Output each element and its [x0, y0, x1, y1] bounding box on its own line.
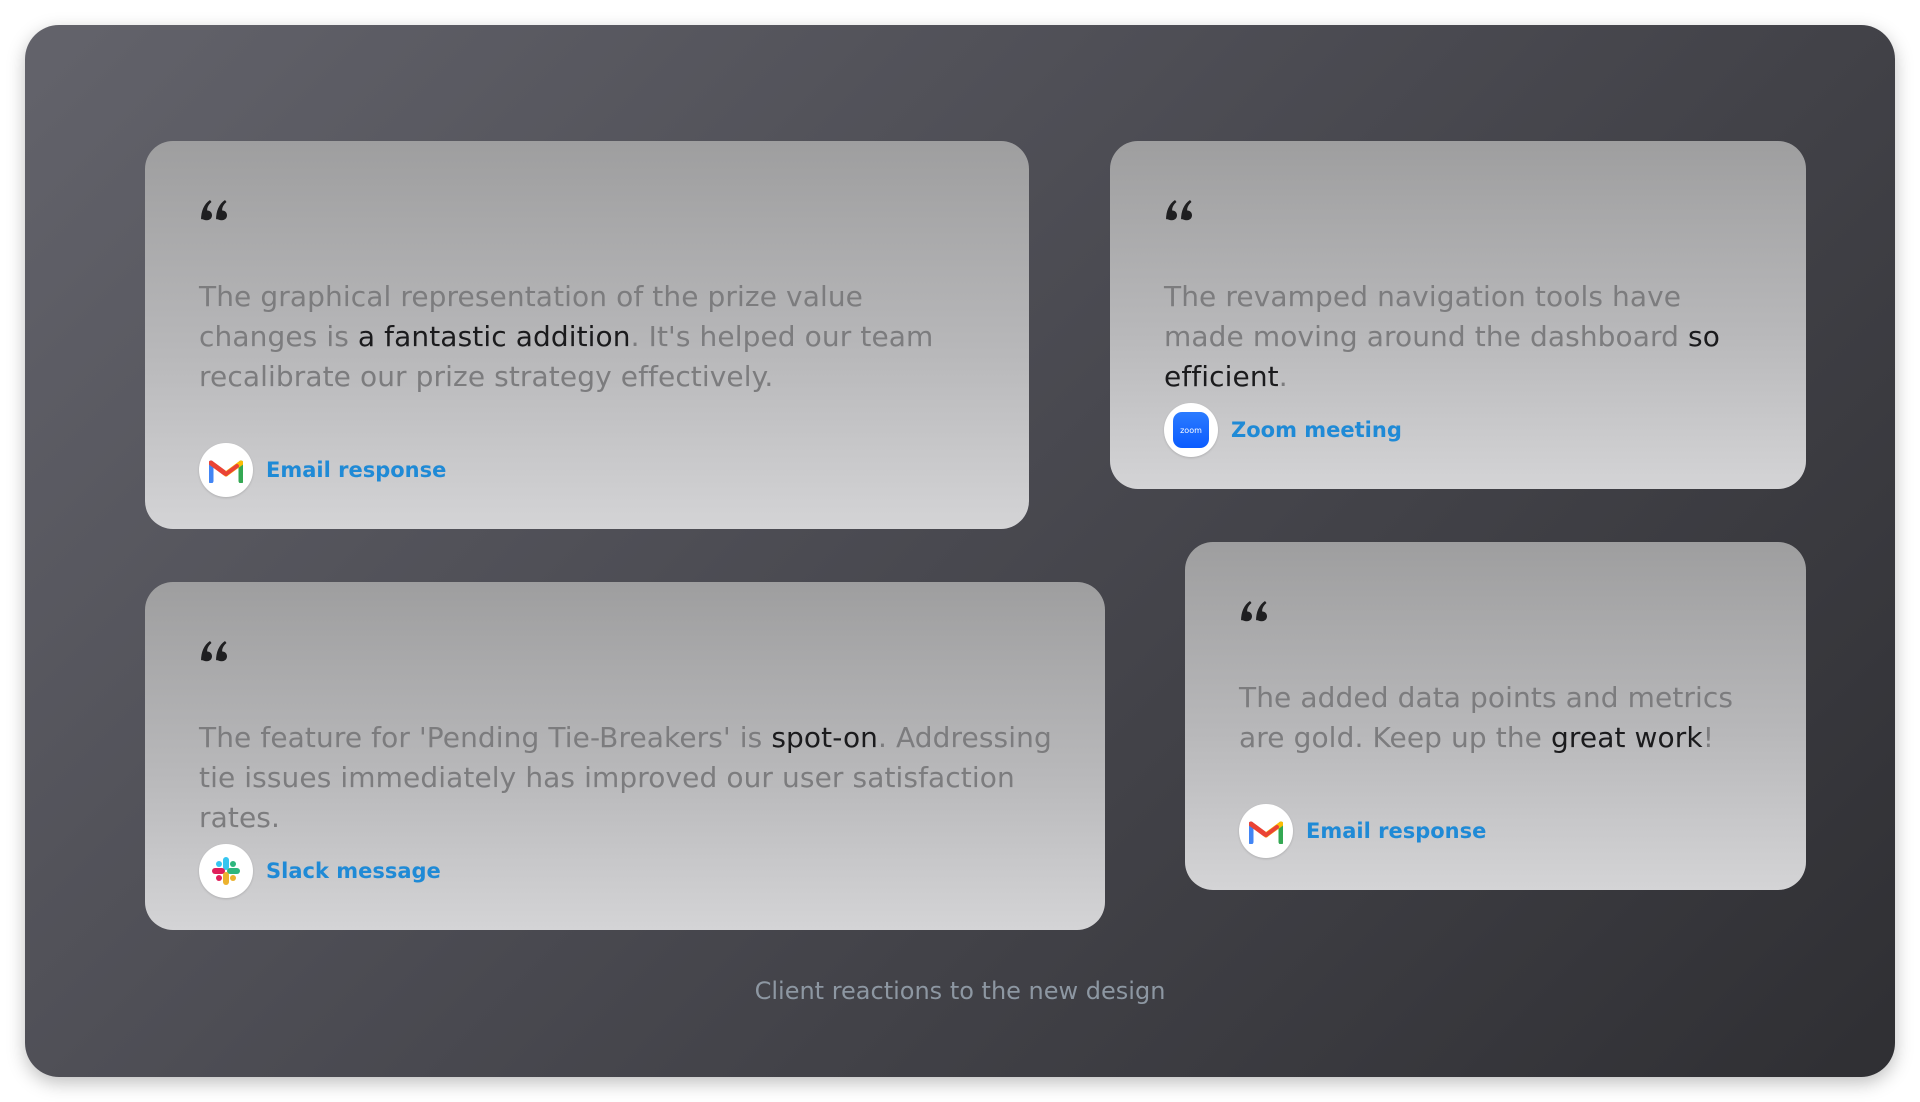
- testimonial-source: Email response: [199, 443, 446, 497]
- quote-text-part: !: [1702, 721, 1715, 754]
- slide-caption: Client reactions to the new design: [754, 977, 1166, 1005]
- testimonials-slide: The graphical representation of the priz…: [25, 25, 1895, 1077]
- testimonial-source: zoom Zoom meeting: [1164, 403, 1402, 457]
- testimonial-card: The revamped navigation tools have made …: [1110, 141, 1806, 489]
- quote-text-part: .: [1278, 360, 1288, 393]
- quote-highlight: great work: [1551, 721, 1703, 754]
- quote-icon: [1166, 200, 1192, 221]
- quote-highlight: spot-on: [771, 721, 879, 754]
- testimonial-text: The graphical representation of the priz…: [199, 277, 979, 397]
- source-link-email[interactable]: Email response: [266, 458, 446, 482]
- testimonial-source: Slack message: [199, 844, 441, 898]
- testimonial-text: The revamped navigation tools have made …: [1164, 277, 1764, 397]
- quote-text-part: The feature for 'Pending Tie-Breakers' i…: [199, 721, 772, 754]
- quote-icon: [1241, 601, 1267, 622]
- zoom-logo-text: zoom: [1180, 425, 1202, 435]
- slack-icon: [199, 844, 253, 898]
- gmail-icon: [199, 443, 253, 497]
- quote-icon: [201, 200, 227, 221]
- quote-highlight: a fantastic addition: [357, 320, 631, 353]
- zoom-icon: zoom: [1164, 403, 1218, 457]
- testimonial-text: The feature for 'Pending Tie-Breakers' i…: [199, 718, 1069, 838]
- testimonial-source: Email response: [1239, 804, 1486, 858]
- source-link-email[interactable]: Email response: [1306, 819, 1486, 843]
- testimonial-text: The added data points and metrics are go…: [1239, 678, 1759, 758]
- gmail-icon: [1239, 804, 1293, 858]
- source-link-zoom[interactable]: Zoom meeting: [1231, 418, 1402, 442]
- testimonial-card: The added data points and metrics are go…: [1185, 542, 1806, 890]
- testimonial-card: The graphical representation of the priz…: [145, 141, 1029, 529]
- testimonial-card: The feature for 'Pending Tie-Breakers' i…: [145, 582, 1105, 930]
- quote-text-part: The revamped navigation tools have made …: [1164, 280, 1689, 353]
- source-link-slack[interactable]: Slack message: [266, 859, 441, 883]
- quote-icon: [201, 641, 227, 662]
